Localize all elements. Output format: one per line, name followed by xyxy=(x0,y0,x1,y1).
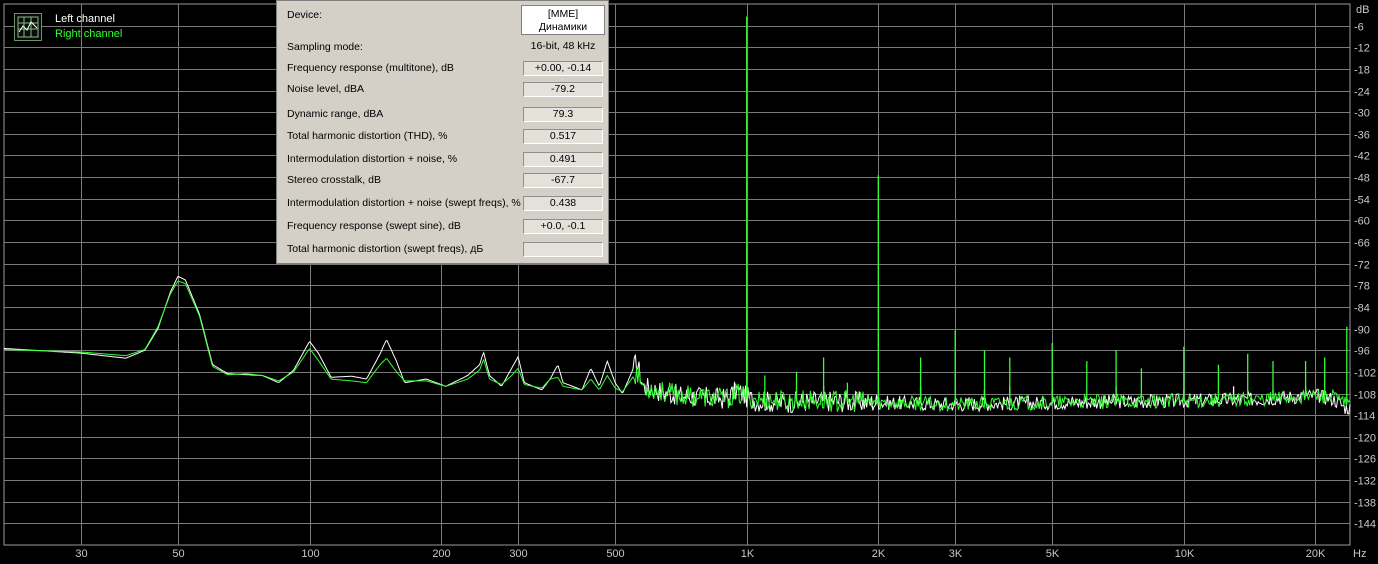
y-tick-label: -126 xyxy=(1354,454,1376,466)
device-value-line1: [MME] xyxy=(547,8,579,20)
legend: Left channel Right channel xyxy=(14,10,134,44)
x-tick-label: 100 xyxy=(301,548,319,560)
row-label: Noise level, dBA xyxy=(287,83,365,95)
row-value: 79.3 xyxy=(523,107,603,122)
x-tick-label: 200 xyxy=(432,548,450,560)
row-label: Dynamic range, dBA xyxy=(287,108,384,120)
row-value: -79.2 xyxy=(523,82,603,97)
legend-right-channel: Right channel xyxy=(55,28,123,40)
y-tick-label: -48 xyxy=(1354,173,1370,185)
x-tick-label: 50 xyxy=(172,548,184,560)
row-value: +0.0, -0.1 xyxy=(523,219,603,234)
chart-icon[interactable] xyxy=(14,13,42,41)
y-tick-label: -60 xyxy=(1354,216,1370,228)
x-tick-label: 1K xyxy=(741,548,755,560)
row-label: Frequency response (swept sine), dB xyxy=(287,220,461,232)
row-label: Stereo crosstalk, dB xyxy=(287,174,381,186)
spectrum-chart: 30 50 100 200 300 500 1K 2K 3K 5K 10K 20K -6 -12 -18 -… xyxy=(0,0,1378,564)
y-tick-label: -6 xyxy=(1354,22,1364,34)
y-tick-label: -90 xyxy=(1354,325,1370,337)
y-tick-label: -96 xyxy=(1354,346,1370,358)
y-tick-label: -132 xyxy=(1354,476,1376,488)
y-tick-label: -66 xyxy=(1354,238,1370,250)
row-label: Sampling mode: xyxy=(287,41,363,53)
y-tick-label: -114 xyxy=(1354,411,1375,423)
device-value[interactable]: [MME] Динамики xyxy=(521,5,605,35)
x-tick-label: 20K xyxy=(1306,548,1326,560)
x-tick-label: 300 xyxy=(509,548,527,560)
results-panel: Device: [MME] Динамики Sampling mode: 16… xyxy=(276,0,609,264)
row-value xyxy=(523,242,603,257)
y-tick-label: -18 xyxy=(1354,65,1370,77)
x-unit-label: Hz xyxy=(1353,548,1366,560)
y-tick-label: -72 xyxy=(1354,260,1370,272)
y-tick-label: -84 xyxy=(1354,303,1370,315)
x-tick-label: 3K xyxy=(949,548,963,560)
y-unit-label: dB xyxy=(1356,4,1369,16)
row-value: 16-bit, 48 kHz xyxy=(530,40,596,52)
row-label: Total harmonic distortion (swept freqs),… xyxy=(287,243,484,255)
row-value: 0.491 xyxy=(523,152,603,167)
x-tick-label: 2K xyxy=(872,548,886,560)
row-label: Intermodulation distortion + noise, % xyxy=(287,153,458,165)
y-tick-label: -12 xyxy=(1354,43,1370,55)
device-label: Device: xyxy=(287,9,323,21)
row-value: 0.517 xyxy=(523,129,603,144)
row-value: -67.7 xyxy=(523,173,603,188)
y-tick-label: -24 xyxy=(1354,87,1370,99)
y-tick-label: -108 xyxy=(1354,390,1376,402)
x-tick-label: 30 xyxy=(75,548,87,560)
x-tick-label: 5K xyxy=(1046,548,1060,560)
row-label: Intermodulation distortion + noise (swep… xyxy=(287,197,521,209)
y-tick-label: -144 xyxy=(1354,519,1376,531)
row-value: 0.438 xyxy=(523,196,603,211)
row-label: Frequency response (multitone), dB xyxy=(287,62,454,74)
y-tick-label: -138 xyxy=(1354,498,1376,510)
device-value-line2: Динамики xyxy=(538,21,588,33)
x-tick-label: 500 xyxy=(606,548,624,560)
y-tick-label: -120 xyxy=(1354,433,1376,445)
row-value: +0.00, -0.14 xyxy=(523,61,603,76)
x-tick-label: 10K xyxy=(1175,548,1195,560)
y-tick-label: -102 xyxy=(1354,368,1376,380)
y-tick-label: -36 xyxy=(1354,130,1370,142)
y-tick-label: -78 xyxy=(1354,281,1370,293)
y-tick-label: -54 xyxy=(1354,195,1370,207)
y-tick-label: -42 xyxy=(1354,151,1370,163)
row-label: Total harmonic distortion (THD), % xyxy=(287,130,448,142)
y-tick-label: -30 xyxy=(1354,108,1370,120)
legend-left-channel: Left channel xyxy=(55,13,115,25)
